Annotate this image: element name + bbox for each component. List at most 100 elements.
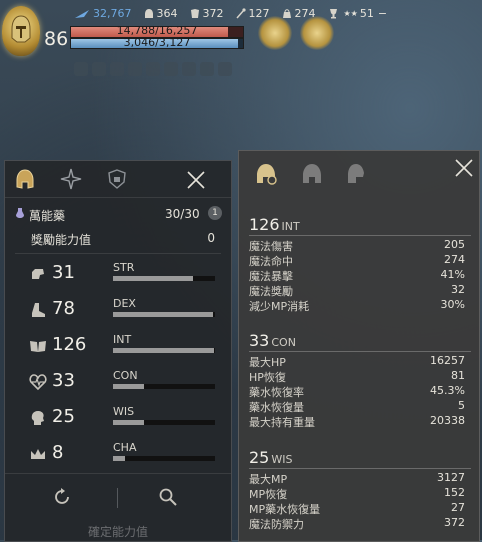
detail-value: 3127	[437, 471, 465, 484]
detail-value: 30%	[440, 298, 465, 311]
stat-row-str[interactable]: 31 STR	[5, 261, 231, 291]
buff-icon[interactable]	[200, 62, 214, 76]
stat-allocation-panel: 萬能藥 30/30 1 獎勵能力值 0 31 STR 78 DEX 126 IN…	[4, 160, 232, 542]
stat-row-cha[interactable]: 8 CHA	[5, 441, 231, 471]
buff-icon[interactable]	[74, 62, 88, 76]
stat-bar	[113, 312, 215, 317]
mp-bar: 3,046/3,127	[70, 36, 244, 49]
tab-helmet-side[interactable]	[343, 161, 369, 187]
stat-value: 25	[52, 406, 75, 427]
detail-value: 45.3%	[430, 384, 465, 397]
search-button[interactable]	[157, 486, 179, 508]
divider	[249, 235, 471, 236]
detail-row: 魔法獎勵 32	[249, 283, 471, 298]
book-icon	[30, 341, 46, 352]
divider	[117, 488, 118, 508]
detail-label: 最大MP	[249, 473, 288, 486]
section-name: WIS	[271, 453, 293, 466]
buff-icon[interactable]	[128, 62, 142, 76]
stat-e-suffix: −	[377, 7, 388, 20]
detail-row: 魔法命中 274	[249, 253, 471, 268]
stat-e-value: 51	[359, 7, 374, 20]
section-name: INT	[281, 220, 300, 233]
tab-equipment[interactable]	[13, 167, 37, 191]
buff-medal-1[interactable]	[258, 16, 292, 50]
detail-label: 減少MP消耗	[249, 300, 310, 313]
detail-label: MP恢復	[249, 488, 288, 501]
star-tab-icon	[60, 168, 82, 190]
confirm-stats-button[interactable]: 確定能力值	[5, 523, 231, 541]
detail-value: 152	[444, 486, 465, 499]
close-button[interactable]	[453, 157, 475, 179]
buff-icon[interactable]	[164, 62, 178, 76]
stat-e: ★★ 51 −	[328, 7, 388, 20]
buff-icon[interactable]	[146, 62, 160, 76]
detail-row: HP恢復 81	[249, 369, 471, 384]
buff-icon[interactable]	[92, 62, 106, 76]
helmet-side-icon	[348, 164, 364, 183]
section-value: 126	[249, 215, 280, 234]
stat-bar-fill	[113, 384, 144, 389]
head-icon	[31, 411, 44, 425]
detail-tabs	[239, 151, 479, 189]
detail-label: HP恢復	[249, 371, 286, 384]
combat-power: 32,767	[74, 7, 132, 20]
section-value: 25	[249, 448, 270, 467]
stat-bar	[113, 384, 215, 389]
detail-label: 最大HP	[249, 356, 286, 369]
boot-icon	[32, 303, 45, 317]
detail-label: 魔法獎勵	[249, 285, 293, 298]
buff-medal-2[interactable]	[300, 16, 334, 50]
detail-value: 16257	[430, 354, 465, 367]
close-button[interactable]	[185, 169, 207, 191]
elixir-count: 30/30	[165, 207, 200, 221]
stat-row-int[interactable]: 126 INT	[5, 333, 231, 363]
stat-value: 78	[52, 298, 75, 319]
detail-label: 魔法暴擊	[249, 270, 293, 283]
stat-row-dex[interactable]: 78 DEX	[5, 297, 231, 327]
combat-power-value: 32,767	[93, 7, 132, 20]
detail-value: 20338	[430, 414, 465, 427]
buff-icon[interactable]	[182, 62, 196, 76]
stat-e-stars: ★★	[343, 9, 358, 18]
section-name: CON	[271, 336, 296, 349]
stat-b-value: 372	[202, 7, 224, 20]
player-hud: 86 32,767 364 372 127 274 ★★ 51 − 14,788…	[0, 0, 482, 90]
tab-star[interactable]	[59, 167, 83, 191]
helmet-portrait-icon	[11, 15, 31, 43]
helmet-small-icon	[144, 9, 153, 18]
elixir-badge[interactable]: 1	[208, 206, 222, 220]
reset-icon	[55, 488, 69, 504]
detail-label: 最大持有重量	[249, 416, 315, 429]
stat-bar	[113, 348, 215, 353]
stat-bar-fill	[113, 456, 126, 461]
character-level: 86	[44, 28, 69, 50]
detail-value: 274	[444, 253, 465, 266]
detail-label: 魔法防禦力	[249, 518, 304, 531]
buff-icon[interactable]	[218, 62, 232, 76]
detail-value: 32	[451, 283, 465, 296]
stat-row-wis[interactable]: 25 WIS	[5, 405, 231, 435]
shield-tab-icon	[108, 169, 126, 189]
search-icon	[159, 488, 177, 506]
buff-icon[interactable]	[110, 62, 124, 76]
section-header-wis: 25 WIS	[249, 448, 292, 467]
detail-value: 372	[444, 516, 465, 529]
stat-value: 126	[52, 334, 87, 355]
close-icon	[455, 159, 473, 177]
detail-value: 5	[458, 399, 465, 412]
reset-button[interactable]	[51, 486, 73, 508]
tab-helmet[interactable]	[299, 161, 325, 187]
tab-helmet-gear[interactable]	[253, 161, 279, 187]
helmet-icon	[303, 164, 321, 183]
close-icon	[187, 171, 205, 189]
stat-tabs	[5, 161, 231, 198]
stat-name: WIS	[113, 405, 135, 418]
detail-value: 81	[451, 369, 465, 382]
bonus-stat-value: 0	[207, 231, 215, 245]
detail-row: 最大持有重量 20338	[249, 414, 471, 429]
character-portrait[interactable]	[2, 6, 40, 56]
tab-shield[interactable]	[105, 167, 129, 191]
stat-row-con[interactable]: 33 CON	[5, 369, 231, 399]
stat-name: CON	[113, 369, 138, 382]
